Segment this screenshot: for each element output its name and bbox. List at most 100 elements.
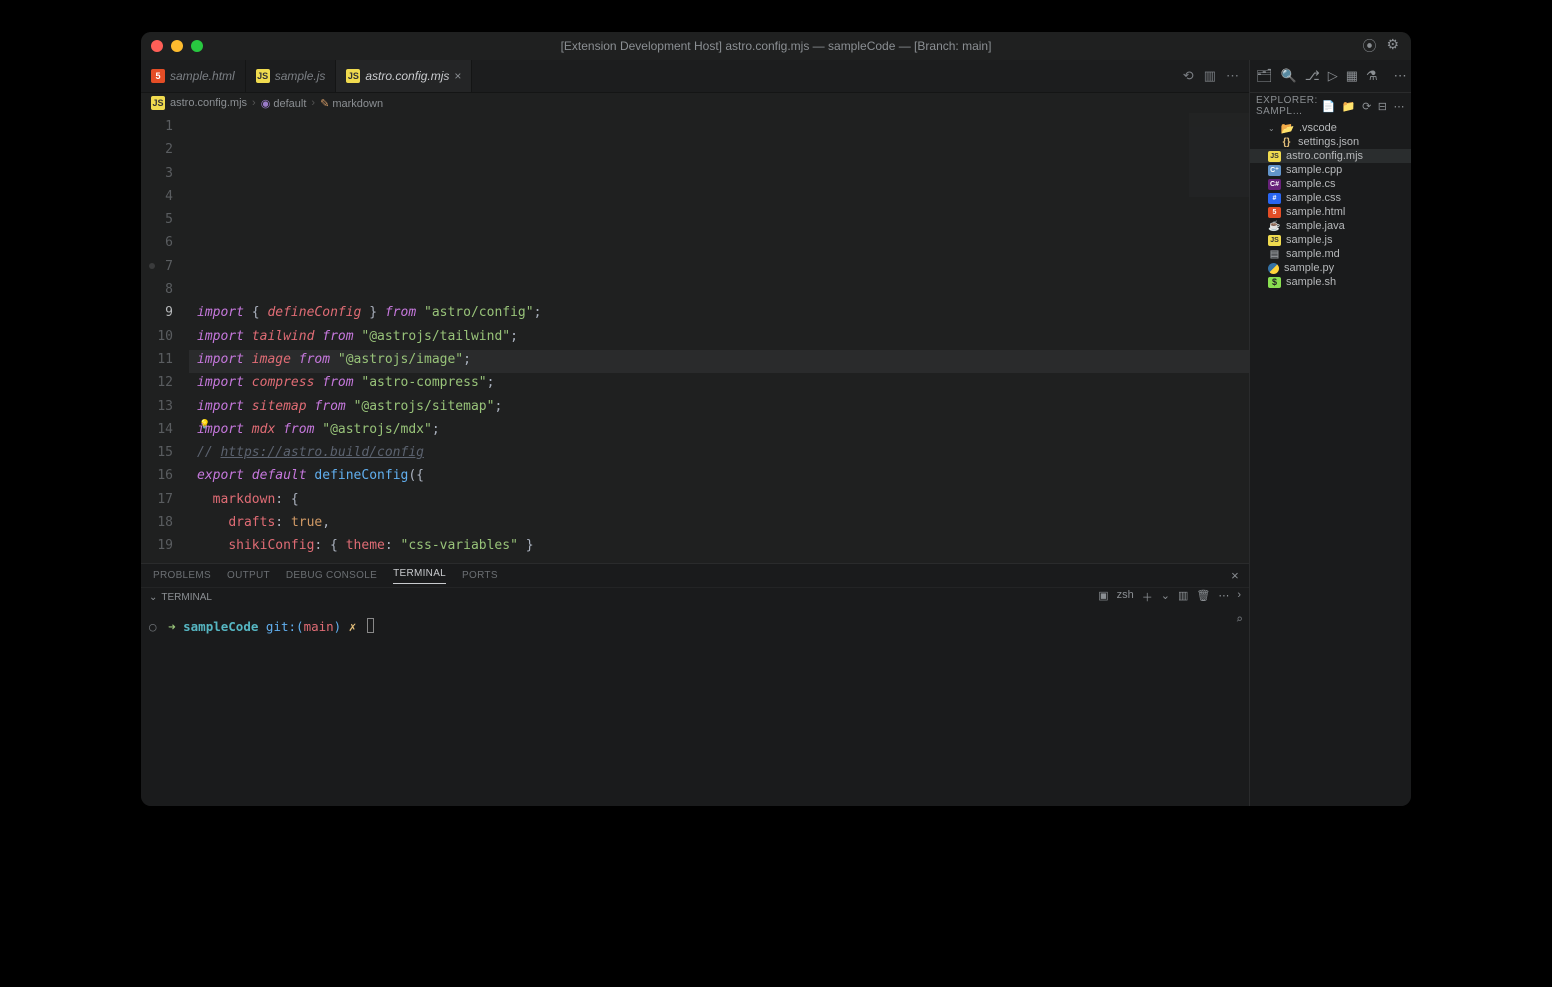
prompt-branch: main <box>304 619 334 634</box>
breadcrumb-file[interactable]: astro.config.mjs <box>170 97 247 109</box>
main: 5sample.htmlJSsample.jsJSastro.config.mj… <box>141 60 1411 806</box>
chevron-icon[interactable]: ⌄ <box>1268 124 1276 133</box>
tab-astro-config-mjs[interactable]: JSastro.config.mjs× <box>336 60 472 92</box>
panel-tab-debug-console[interactable]: DEBUG CONSOLE <box>286 570 377 581</box>
prompt-arrow-icon: ➜ <box>168 619 183 634</box>
shell-name[interactable]: zsh <box>1117 589 1134 605</box>
testing-icon[interactable]: ⚗ <box>1366 68 1378 84</box>
tree-item-sample-cpp[interactable]: C⁺sample.cpp <box>1250 163 1411 177</box>
tree-item-label: sample.sh <box>1286 276 1336 288</box>
scm-icon[interactable]: ⎇ <box>1305 68 1320 84</box>
accounts-icon[interactable]: ⦿ <box>1362 36 1376 56</box>
tree-item-label: .vscode <box>1299 122 1337 134</box>
zoom-window-icon[interactable] <box>191 40 203 52</box>
tree-item-sample-sh[interactable]: $sample.sh <box>1250 275 1411 289</box>
breadcrumb-symbol[interactable]: ◉ default <box>261 97 307 110</box>
settings-gear-icon[interactable]: ⚙ <box>1386 36 1399 56</box>
editor[interactable]: 12345678910111213141516171819 💡 import {… <box>141 113 1249 563</box>
collapse-all-icon[interactable]: ⊟ <box>1378 100 1388 113</box>
tab-sample-js[interactable]: JSsample.js <box>246 60 337 92</box>
activity-bar: 🗂 🔍 ⎇ ▷ ▦ ⚗ ⋯ <box>1250 60 1411 93</box>
tree-item-sample-css[interactable]: #sample.css <box>1250 191 1411 205</box>
split-terminal-icon[interactable]: ▥ <box>1178 589 1188 605</box>
new-terminal-dropdown-icon[interactable]: ⌄ <box>1161 589 1170 605</box>
tree-item-sample-java[interactable]: ☕ sample.java <box>1250 219 1411 233</box>
prompt-dirty: ✗ <box>349 619 357 634</box>
close-panel-icon[interactable]: × <box>1231 568 1239 583</box>
close-window-icon[interactable] <box>151 40 163 52</box>
title-actions: ⦿ ⚙ <box>1362 36 1411 56</box>
terminal-prompt: ○ ➜ sampleCode git:(main) ✗ <box>149 618 1241 634</box>
timeline-icon[interactable]: ⟲ <box>1183 68 1194 84</box>
js-icon: JS <box>256 69 270 83</box>
explorer-title: EXPLORER: SAMPL… <box>1256 95 1322 117</box>
tree-item-label: sample.js <box>1286 234 1332 246</box>
tree-item-astro-config-mjs[interactable]: JSastro.config.mjs <box>1250 149 1411 163</box>
breadcrumb-symbol[interactable]: ✎ markdown <box>320 97 383 110</box>
window: [Extension Development Host] astro.confi… <box>141 32 1411 806</box>
close-tab-icon[interactable]: × <box>454 69 461 83</box>
tree-item-label: sample.cs <box>1286 178 1336 190</box>
java-icon: ☕ <box>1268 221 1281 232</box>
explorer-header[interactable]: EXPLORER: SAMPL… 📄 📁 ⟳ ⊟ ⋯ <box>1250 93 1411 119</box>
refresh-icon[interactable]: ⟳ <box>1362 100 1372 113</box>
search-icon[interactable]: 🔍 <box>1281 68 1297 84</box>
json-icon: {} <box>1280 137 1293 148</box>
tree-item-sample-js[interactable]: JSsample.js <box>1250 233 1411 247</box>
more-terminal-icon[interactable]: ⋯ <box>1218 589 1229 605</box>
new-folder-icon[interactable]: 📁 <box>1342 100 1356 113</box>
tree-item-label: sample.html <box>1286 206 1345 218</box>
minimize-window-icon[interactable] <box>171 40 183 52</box>
search-icon[interactable]: ⌕ <box>1236 612 1243 626</box>
md-icon: ▤ <box>1268 249 1281 260</box>
more-explorer-icon[interactable]: ⋯ <box>1394 100 1406 113</box>
tree-item-sample-md[interactable]: ▤sample.md <box>1250 247 1411 261</box>
kill-terminal-icon[interactable]: 🗑 <box>1196 589 1210 605</box>
panel-tab-terminal[interactable]: TERMINAL <box>393 568 446 584</box>
tree-item-sample-html[interactable]: 5sample.html <box>1250 205 1411 219</box>
panel-tab-problems[interactable]: PROBLEMS <box>153 570 211 581</box>
more-views-icon[interactable]: ⋯ <box>1394 68 1407 84</box>
titlebar: [Extension Development Host] astro.confi… <box>141 32 1411 60</box>
chevron-down-icon[interactable]: ⌄ <box>149 592 157 603</box>
minimap[interactable] <box>1189 113 1249 233</box>
breadcrumb[interactable]: JS astro.config.mjs › ◉ default › ✎ mark… <box>141 93 1249 113</box>
panel-tab-output[interactable]: OUTPUT <box>227 570 270 581</box>
maximize-panel-icon[interactable]: › <box>1237 589 1241 605</box>
terminal-heading: TERMINAL <box>161 592 212 603</box>
panel: PROBLEMS OUTPUT DEBUG CONSOLE TERMINAL PORTS… <box>141 563 1249 806</box>
more-actions-icon[interactable]: ⋯ <box>1226 68 1239 84</box>
code-area[interactable]: 💡 import { defineConfig } from "astro/co… <box>189 113 1249 563</box>
html-icon: 5 <box>151 69 165 83</box>
tab-label: sample.html <box>170 69 235 83</box>
terminal-actions: ▣ zsh ＋ ⌄ ▥ 🗑 ⋯ › <box>1098 589 1241 605</box>
tab-sample-html[interactable]: 5 sample.html <box>141 60 246 92</box>
new-terminal-icon[interactable]: ＋ <box>1142 589 1153 605</box>
line-gutter: 12345678910111213141516171819 <box>141 113 189 563</box>
extensions-icon[interactable]: ▦ <box>1346 68 1358 84</box>
new-file-icon[interactable]: 📄 <box>1322 100 1336 113</box>
tree-item-sample-py[interactable]: sample.py <box>1250 261 1411 275</box>
terminal-body[interactable]: ⌕ ○ ➜ sampleCode git:(main) ✗ <box>141 606 1249 806</box>
tree-item-label: sample.java <box>1286 220 1345 232</box>
window-title: [Extension Development Host] astro.confi… <box>561 39 992 53</box>
debug-icon[interactable]: ▷ <box>1328 68 1338 84</box>
css-icon: # <box>1268 193 1281 204</box>
tree-item--vscode[interactable]: ⌄📂.vscode <box>1250 121 1411 135</box>
split-editor-icon[interactable]: ▥ <box>1204 68 1216 84</box>
explorer-icon[interactable]: 🗂 <box>1256 68 1273 84</box>
tree-item-sample-cs[interactable]: C# sample.cs <box>1250 177 1411 191</box>
breakpoint-gutter-icon[interactable] <box>149 263 155 269</box>
chevron-right-icon: › <box>252 97 256 109</box>
tree-item-label: sample.py <box>1284 262 1334 274</box>
py-icon <box>1268 263 1279 274</box>
panel-tab-ports[interactable]: PORTS <box>462 570 498 581</box>
editor-column: 5sample.htmlJSsample.jsJSastro.config.mj… <box>141 60 1249 806</box>
tabbar-actions: ⟲ ▥ ⋯ <box>1183 60 1249 92</box>
shell-icon[interactable]: ▣ <box>1098 589 1108 605</box>
cs-icon: C# <box>1268 179 1281 190</box>
prompt-git: git:( <box>266 619 304 634</box>
tree-item-settings-json[interactable]: {}settings.json <box>1250 135 1411 149</box>
js-icon: JS <box>151 96 165 110</box>
sidebar: 🗂 🔍 ⎇ ▷ ▦ ⚗ ⋯ EXPLORER: SAMPL… 📄 📁 ⟳ ⊟ ⋯ <box>1249 60 1411 806</box>
